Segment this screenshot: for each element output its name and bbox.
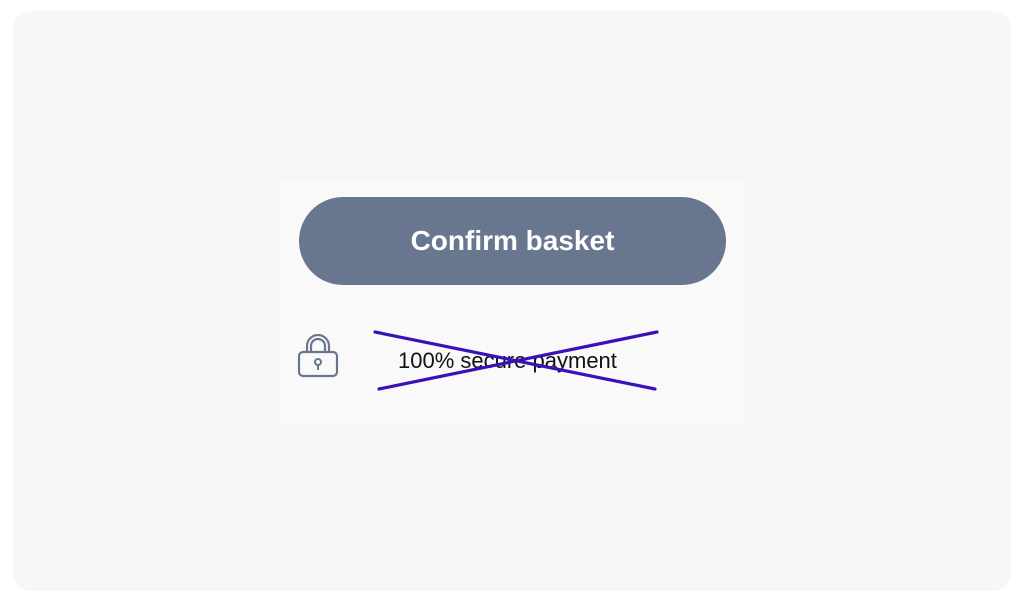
secure-payment-text: 100% secure payment [398, 348, 617, 373]
confirm-basket-button[interactable]: Confirm basket [299, 197, 726, 285]
lock-icon [297, 333, 339, 380]
